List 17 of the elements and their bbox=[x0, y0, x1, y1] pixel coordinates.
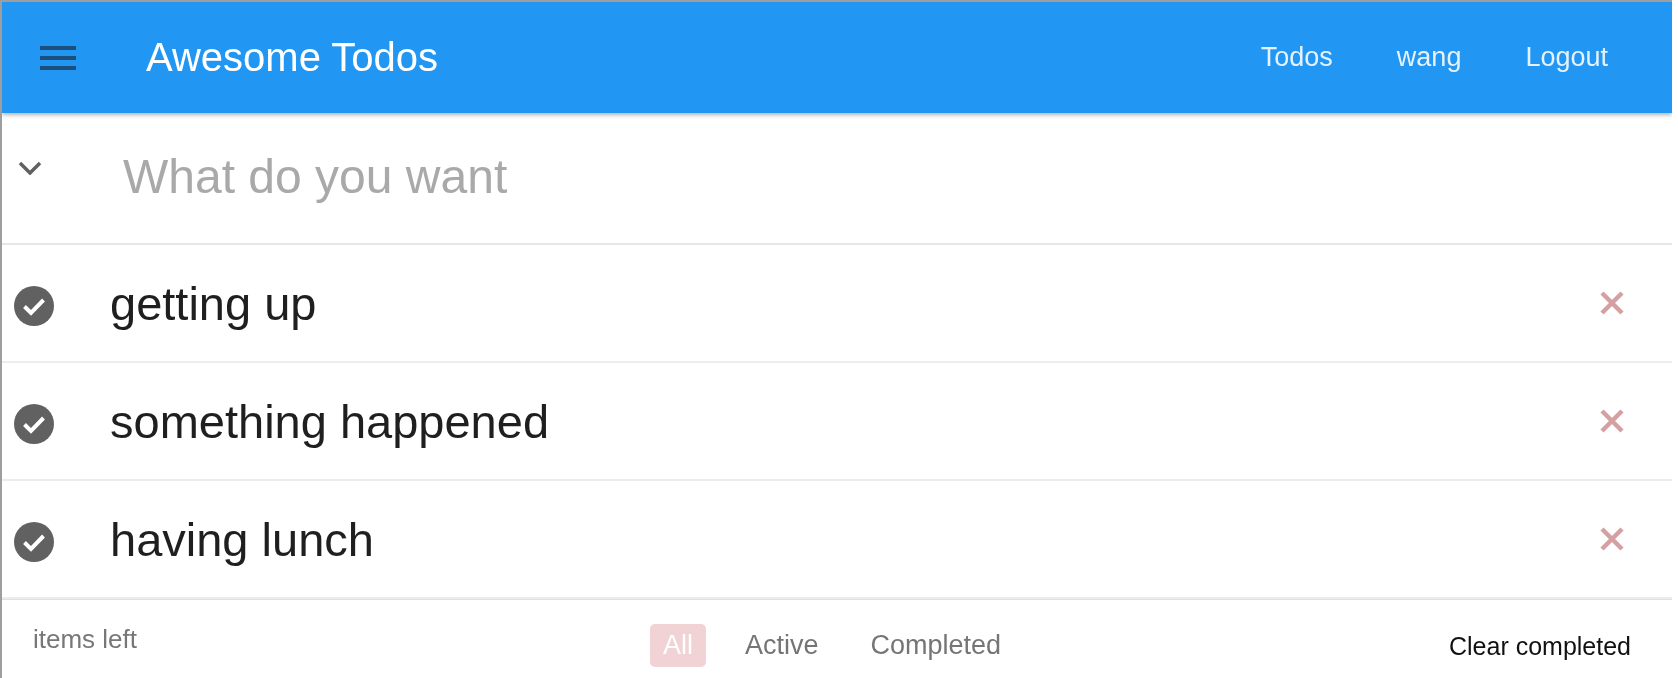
menu-icon[interactable] bbox=[40, 45, 76, 70]
clear-completed-button[interactable]: Clear completed bbox=[1448, 632, 1631, 661]
new-todo-input[interactable]: What do you want bbox=[110, 141, 1632, 211]
nav-link[interactable]: Todos bbox=[1260, 42, 1333, 73]
filter-tab[interactable]: Completed bbox=[857, 624, 1015, 667]
todo-text: getting up bbox=[110, 275, 317, 331]
check-circle-icon[interactable] bbox=[14, 286, 54, 326]
nav-link[interactable]: Logout bbox=[1525, 42, 1608, 73]
filter-tab[interactable]: Active bbox=[731, 624, 832, 667]
todo-text: having lunch bbox=[110, 511, 374, 567]
check-circle-icon[interactable] bbox=[14, 404, 54, 444]
todo-text: something happened bbox=[110, 393, 550, 449]
nav-link[interactable]: wang bbox=[1396, 42, 1462, 73]
check-circle-icon[interactable] bbox=[14, 522, 54, 562]
items-left-label: items left bbox=[33, 624, 138, 654]
app-title: Awesome Todos bbox=[146, 35, 439, 80]
chevron-down-icon[interactable] bbox=[18, 161, 42, 175]
